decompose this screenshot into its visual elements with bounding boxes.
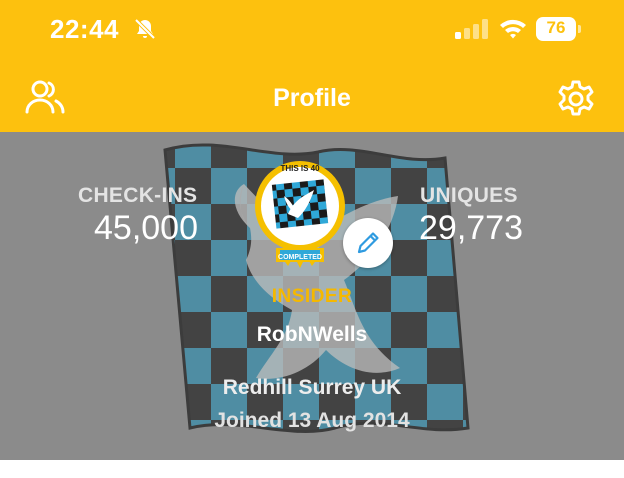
level-badge[interactable]: THIS IS 40 COMPLETED	[254, 156, 346, 280]
joined-date: Joined 13 Aug 2014	[214, 409, 410, 432]
status-bar: 22:44 76	[0, 0, 624, 62]
username: RobNWells	[256, 323, 368, 346]
badge-bottom-text: COMPLETED	[278, 254, 322, 261]
gear-icon[interactable]	[556, 79, 596, 119]
signal-icon	[455, 19, 488, 39]
page-title: Profile	[273, 84, 351, 112]
location-text: Redhill Surrey UK	[222, 376, 402, 399]
battery-nub	[578, 25, 581, 33]
uniques-label: UNIQUES	[420, 184, 518, 207]
bell-slash-icon	[134, 18, 156, 40]
badge-icon	[255, 161, 345, 268]
checkins-label: CHECK-INS	[78, 184, 198, 207]
badge-top-text: THIS IS 40	[280, 164, 320, 173]
profile-header: CHECK-INS 45,000 UNIQUES 29,773 THIS IS …	[0, 132, 624, 460]
status-time: 22:44	[50, 14, 119, 44]
pencil-icon	[357, 232, 379, 254]
wifi-icon	[500, 19, 526, 39]
battery-level: 76	[546, 18, 566, 37]
uniques-value: 29,773	[419, 209, 523, 247]
checkins-value: 45,000	[94, 209, 198, 247]
edit-profile-button[interactable]	[343, 218, 393, 268]
nav-bar: Profile	[0, 62, 624, 132]
level-title: INSIDER	[271, 286, 353, 307]
battery-icon: 76	[536, 17, 582, 41]
